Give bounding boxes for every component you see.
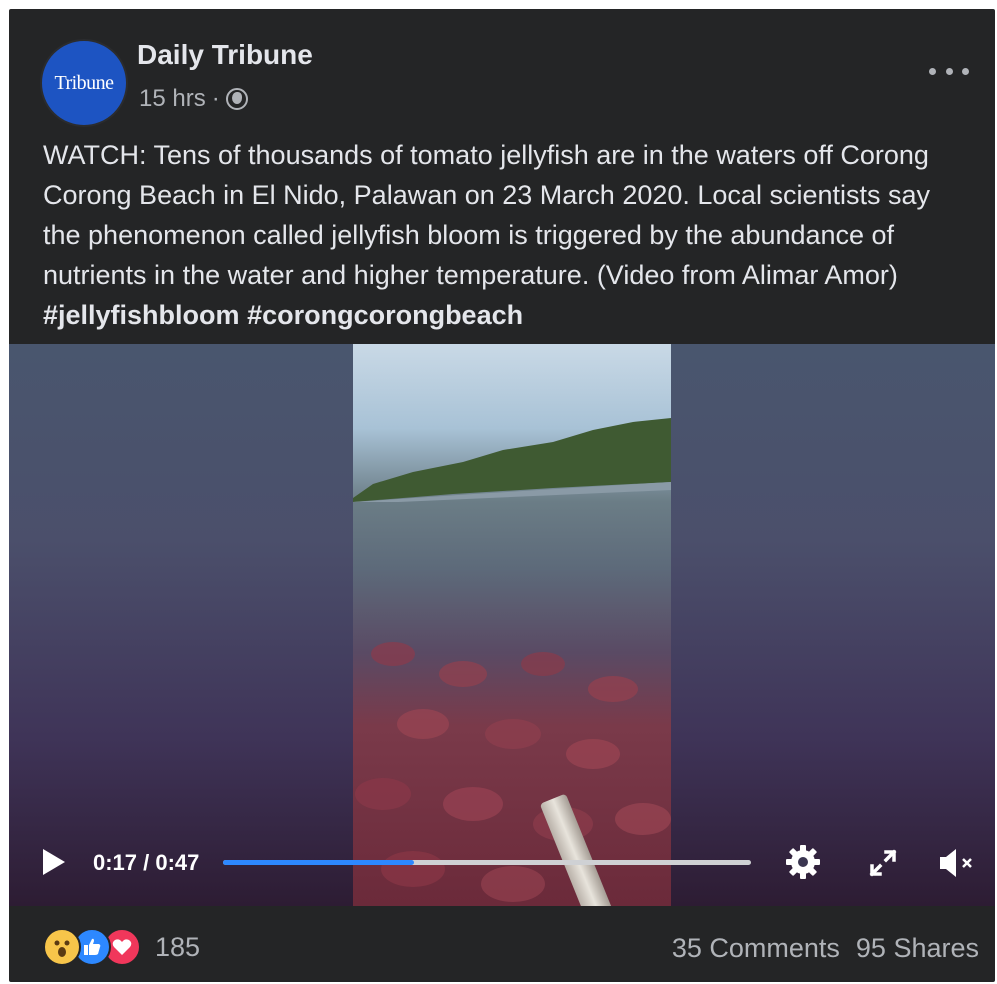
more-dot-icon <box>945 67 953 75</box>
video-controls: 0:17 / 0:47 <box>9 834 995 906</box>
more-dot-icon <box>962 67 969 75</box>
more-options-button[interactable] <box>929 59 969 83</box>
avatar-logo: Tribune <box>54 71 114 94</box>
post-header: Tribune Daily Tribune 15 hrs · <box>9 9 995 129</box>
reaction-count: 185 <box>155 931 201 962</box>
video-time: 0:17 / 0:47 <box>93 850 200 875</box>
shares-link[interactable]: 95 Shares <box>856 933 979 964</box>
video-progress-fill <box>223 860 415 865</box>
video-scene-hill <box>353 418 671 502</box>
video-progress-bar[interactable] <box>223 860 751 865</box>
comments-link[interactable]: 35 Comments <box>672 933 840 964</box>
gear-icon[interactable] <box>785 844 821 880</box>
hashtag-link[interactable]: #corongcorongbeach <box>247 300 523 330</box>
globe-icon[interactable] <box>225 88 248 110</box>
play-icon[interactable] <box>43 849 65 875</box>
post-meta: 15 hrs · <box>139 85 248 113</box>
video-player[interactable]: 0:17 / 0:47 <box>9 344 995 906</box>
timestamp-link[interactable]: 15 hrs <box>139 85 206 113</box>
engagement-stats: 35 Comments 95 Shares <box>672 933 979 964</box>
muted-speaker-icon[interactable] <box>937 846 977 880</box>
expand-icon[interactable] <box>865 845 901 881</box>
video-frame <box>353 344 671 906</box>
page-avatar[interactable]: Tribune <box>40 39 128 127</box>
page-name-link[interactable]: Daily Tribune <box>137 39 313 71</box>
post-caption: WATCH: Tens of thousands of tomato jelly… <box>43 135 973 335</box>
post-footer: 185 35 Comments 95 Shares <box>9 906 995 982</box>
wow-reaction-icon <box>43 928 81 966</box>
hashtag-link[interactable]: #jellyfishbloom <box>43 300 240 330</box>
reaction-summary[interactable]: 185 <box>43 928 200 966</box>
more-dot-icon <box>929 67 936 75</box>
meta-separator: · <box>211 85 220 112</box>
caption-text: WATCH: Tens of thousands of tomato jelly… <box>43 140 930 290</box>
post-card: Tribune Daily Tribune 15 hrs · WATCH: Te… <box>9 9 995 982</box>
